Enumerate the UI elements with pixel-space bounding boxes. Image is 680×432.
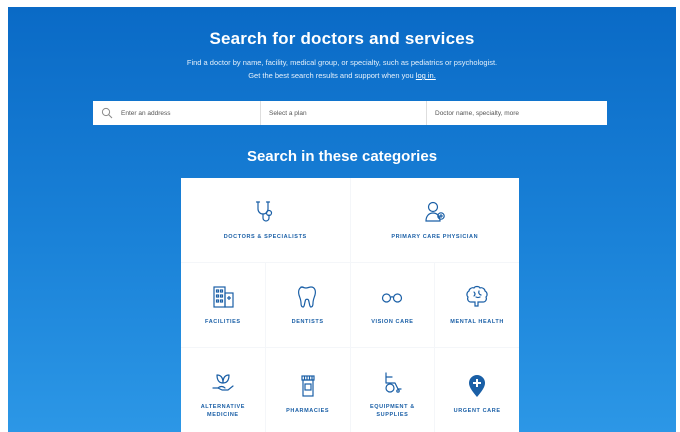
physician-icon — [425, 201, 445, 222]
login-link[interactable]: log in. — [416, 71, 436, 80]
category-label: DENTISTS — [291, 319, 324, 325]
category-label: FACILITIES — [205, 319, 241, 325]
search-icon — [101, 107, 113, 119]
plan-select[interactable] — [269, 109, 426, 117]
category-label: URGENT CARE — [453, 408, 501, 414]
subtitle-line-2: Get the best search results and support … — [8, 71, 676, 80]
category-dentists[interactable]: DENTISTS — [265, 263, 350, 347]
category-primary-care-physician[interactable]: PRIMARY CARE PHYSICIAN — [350, 178, 519, 262]
brain-icon — [466, 285, 488, 307]
category-pharmacies[interactable]: PHARMACIES — [265, 348, 350, 432]
category-label: PRIMARY CARE PHYSICIAN — [391, 234, 479, 240]
search-bar — [93, 101, 607, 125]
category-mental-health[interactable]: MENTAL HEALTH — [435, 263, 519, 347]
category-label: EQUIPMENT & SUPPLIES — [369, 404, 415, 418]
category-label: VISION CARE — [371, 319, 414, 325]
wheelchair-icon — [385, 372, 402, 393]
stethoscope-icon — [256, 201, 273, 222]
category-alternative-medicine[interactable]: ALTERNATIVE MEDICINE — [181, 348, 265, 432]
doctor-segment — [427, 101, 607, 125]
leaf-hand-icon — [212, 374, 234, 391]
category-urgent-care[interactable]: URGENT CARE — [435, 348, 519, 432]
building-icon — [213, 286, 234, 308]
category-label: PHARMACIES — [286, 408, 330, 414]
address-input[interactable] — [121, 109, 260, 117]
glasses-icon — [382, 293, 403, 303]
doctor-search-input[interactable] — [435, 109, 607, 117]
category-facilities[interactable]: FACILITIES — [181, 263, 265, 347]
subtitle-line-2-text: Get the best search results and support … — [248, 71, 416, 80]
categories-title: Search in these categories — [246, 148, 438, 165]
pill-bottle-icon — [301, 375, 315, 397]
plan-segment — [261, 101, 427, 125]
address-segment — [93, 101, 261, 125]
category-equipment-supplies[interactable]: EQUIPMENT & SUPPLIES — [350, 348, 435, 432]
page-title: Search for doctors and services — [209, 29, 475, 48]
category-label: ALTERNATIVE MEDICINE — [200, 404, 246, 418]
categories-grid: DOCTORS & SPECIALISTS PRIMARY CARE PHYSI… — [181, 178, 519, 432]
tooth-icon — [297, 286, 316, 308]
hero-section: Search for doctors and services Find a d… — [8, 7, 676, 432]
category-doctors-specialists[interactable]: DOCTORS & SPECIALISTS — [181, 178, 350, 262]
category-vision-care[interactable]: VISION CARE — [350, 263, 435, 347]
category-label: MENTAL HEALTH — [450, 319, 504, 325]
subtitle-line-1: Find a doctor by name, facility, medical… — [186, 58, 498, 67]
location-plus-icon — [469, 375, 486, 397]
category-label: DOCTORS & SPECIALISTS — [223, 234, 307, 240]
